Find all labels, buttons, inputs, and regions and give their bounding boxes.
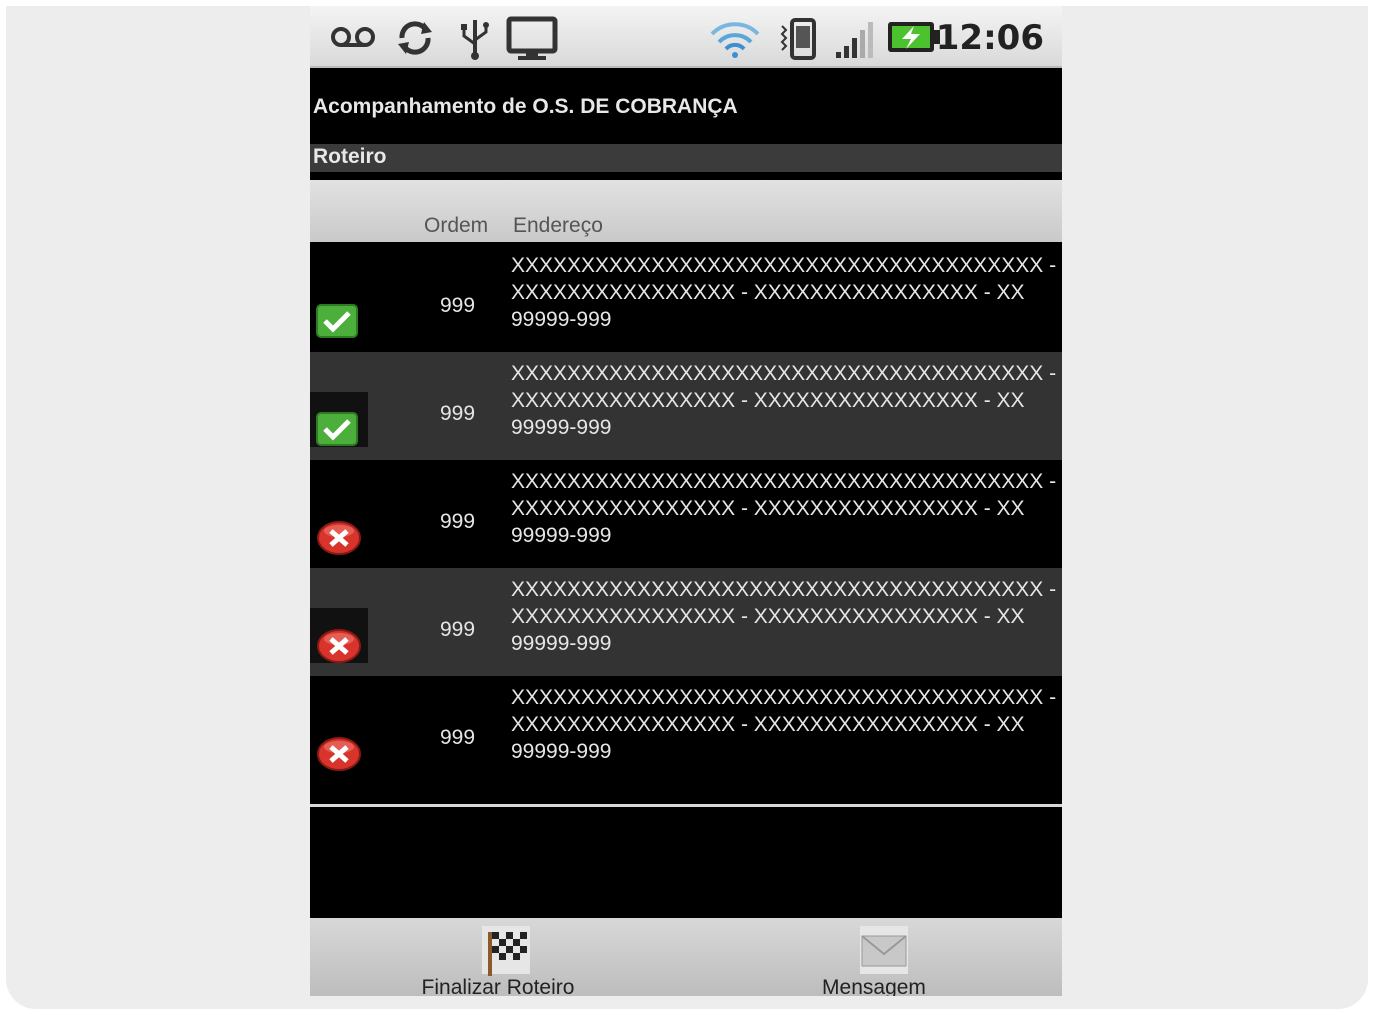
finalizar-roteiro-button[interactable]: Finalizar Roteiro [310, 918, 686, 996]
table-row[interactable]: 999 XXXXXXXXXXXXXXXXXXXXXXXXXXXXXXXXXXXX… [310, 244, 1062, 352]
address-line: XXXXXXXXXXXXXXXX - XXXXXXXXXXXXXXXX - XX [511, 713, 1025, 736]
row-address: XXXXXXXXXXXXXXXXXXXXXXXXXXXXXXXXXXXXXX -… [511, 360, 1062, 441]
column-header-endereco: Endereço [513, 214, 603, 237]
row-ordem: 999 [440, 618, 476, 641]
column-header-ordem: Ordem [424, 214, 489, 237]
app-title: Acompanhamento de O.S. DE COBRANÇA [313, 95, 738, 118]
row-ordem: 999 [440, 294, 476, 317]
battery-charging-icon [888, 22, 940, 52]
finalizar-roteiro-label: Finalizar Roteiro [421, 976, 575, 996]
address-line: XXXXXXXXXXXXXXXXXXXXXXXXXXXXXXXXXXXXXX -… [511, 254, 1062, 277]
check-icon [316, 304, 358, 338]
status-clock: 12:06 [935, 18, 1044, 58]
row-address: XXXXXXXXXXXXXXXXXXXXXXXXXXXXXXXXXXXXXX -… [511, 576, 1062, 657]
section-title: Roteiro [313, 145, 387, 168]
address-line: XXXXXXXXXXXXXXXXXXXXXXXXXXXXXXXXXXXXXX -… [511, 578, 1062, 601]
address-line: XXXXXXXXXXXXXXXX - XXXXXXXXXXXXXXXX - XX [511, 281, 1025, 304]
wifi-icon [710, 22, 760, 58]
signal-icon [836, 22, 873, 58]
address-line: XXXXXXXXXXXXXXXXXXXXXXXXXXXXXXXXXXXXXX -… [511, 470, 1062, 493]
check-icon [316, 412, 358, 446]
row-ordem: 999 [440, 726, 476, 749]
table-row[interactable]: 999 XXXXXXXXXXXXXXXXXXXXXXXXXXXXXXXXXXXX… [310, 568, 1062, 676]
address-line: 99999-999 [511, 308, 612, 331]
table-header: Ordem Endereço [310, 180, 1062, 242]
bottom-action-bar: Finalizar Roteiro Mensagem [310, 918, 1062, 996]
x-icon [317, 629, 361, 663]
address-line: XXXXXXXXXXXXXXXX - XXXXXXXXXXXXXXXX - XX [511, 605, 1025, 628]
row-address: XXXXXXXXXXXXXXXXXXXXXXXXXXXXXXXXXXXXXX -… [511, 684, 1062, 765]
address-line: XXXXXXXXXXXXXXXXXXXXXXXXXXXXXXXXXXXXXX -… [511, 362, 1062, 385]
address-line: 99999-999 [511, 416, 612, 439]
table-row[interactable]: 999 XXXXXXXXXXXXXXXXXXXXXXXXXXXXXXXXXXXX… [310, 352, 1062, 460]
voicemail-icon [331, 27, 375, 47]
mensagem-label: Mensagem [822, 976, 926, 996]
status-bar: 12:06 [310, 6, 1062, 68]
address-line: 99999-999 [511, 740, 612, 763]
mensagem-button[interactable]: Mensagem [686, 918, 1062, 996]
address-line: 99999-999 [511, 632, 612, 655]
usb-icon [461, 20, 489, 60]
row-ordem: 999 [440, 402, 476, 425]
checkered-flag-icon [482, 926, 530, 976]
address-line: 99999-999 [511, 524, 612, 547]
envelope-icon [860, 926, 908, 974]
app-title-bar: Acompanhamento de O.S. DE COBRANÇA [310, 68, 1062, 144]
row-address: XXXXXXXXXXXXXXXXXXXXXXXXXXXXXXXXXXXXXX -… [511, 252, 1062, 333]
table-row[interactable]: 999 XXXXXXXXXXXXXXXXXXXXXXXXXXXXXXXXXXXX… [310, 676, 1062, 784]
address-line: XXXXXXXXXXXXXXXXXXXXXXXXXXXXXXXXXXXXXX -… [511, 686, 1062, 709]
address-line: XXXXXXXXXXXXXXXX - XXXXXXXXXXXXXXXX - XX [511, 497, 1025, 520]
table-row[interactable]: 999 XXXXXXXXXXXXXXXXXXXXXXXXXXXXXXXXXXXX… [310, 460, 1062, 568]
list-divider [310, 804, 1062, 807]
phone-screen: 12:06 Acompanhamento de O.S. DE COBRANÇA… [310, 6, 1062, 996]
sync-icon [398, 21, 432, 55]
x-icon [317, 737, 361, 771]
monitor-icon [506, 16, 558, 60]
row-ordem: 999 [440, 510, 476, 533]
address-line: XXXXXXXXXXXXXXXX - XXXXXXXXXXXXXXXX - XX [511, 389, 1025, 412]
x-icon [317, 521, 361, 555]
row-address: XXXXXXXXXXXXXXXXXXXXXXXXXXXXXXXXXXXXXX -… [511, 468, 1062, 549]
vibrate-icon [780, 18, 816, 60]
section-header: Roteiro [310, 144, 1062, 172]
